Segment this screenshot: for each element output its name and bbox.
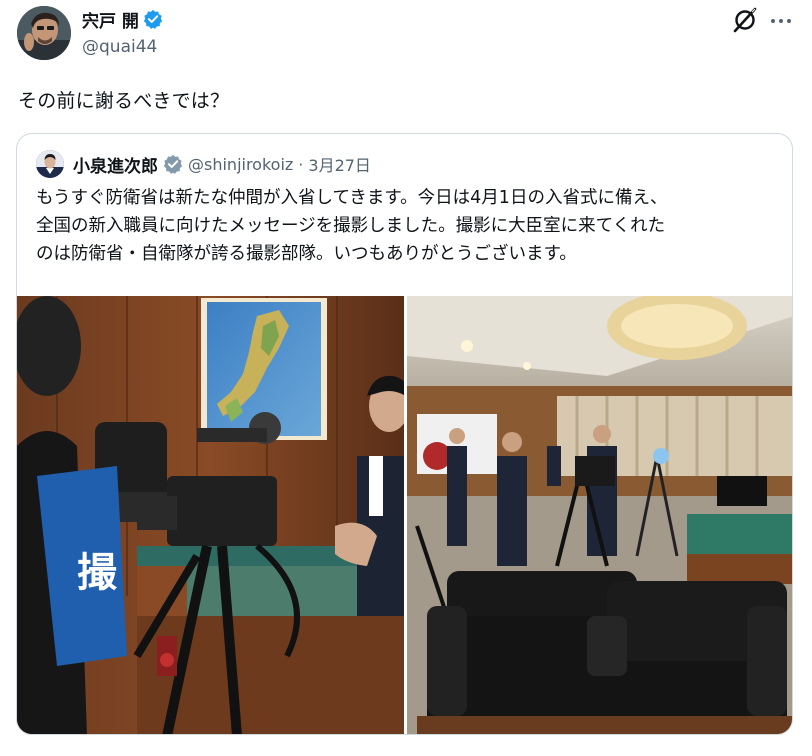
post-text: その前に謝るべきでは？ (18, 90, 230, 112)
author-avatar[interactable] (17, 6, 71, 60)
vest-lettering: 撮 (77, 550, 118, 596)
author-handle[interactable]: @quai44 (82, 37, 157, 57)
quoted-author-name: 小泉進次郎 (73, 156, 158, 177)
grok-icon[interactable] (731, 6, 759, 34)
author-name[interactable]: 宍戸 開 (82, 7, 139, 32)
quoted-post-card[interactable]: 小泉進次郎 @shinjirokoiz · 3月27日 もうすぐ防衛省は新たな仲… (16, 133, 793, 735)
government-badge-icon (163, 154, 183, 174)
separator-dot: · (298, 154, 304, 174)
quoted-post-date: 3月27日 (308, 156, 371, 175)
quoted-post-header: 小泉進次郎 @shinjirokoiz · 3月27日 (36, 150, 371, 178)
quoted-post-media: 撮 (17, 296, 792, 734)
post: 宍戸 開 @quai44 その前に謝るべきでは？ 小泉進次郎 @shinjiro… (0, 0, 812, 756)
verified-badge-icon (143, 9, 163, 29)
photo-minister-office[interactable]: 撮 (17, 296, 404, 734)
photo-minister-room-crew[interactable] (407, 296, 792, 734)
quoted-author-avatar (36, 150, 64, 178)
quoted-author-handle: @shinjirokoiz (188, 154, 294, 174)
quoted-post-text: もうすぐ防衛省は新たな仲間が入省してきます。今日は4月1日の入省式に備え、 全国… (36, 188, 668, 264)
more-icon[interactable] (768, 8, 794, 34)
author-name-row: 宍戸 開 (82, 6, 163, 32)
